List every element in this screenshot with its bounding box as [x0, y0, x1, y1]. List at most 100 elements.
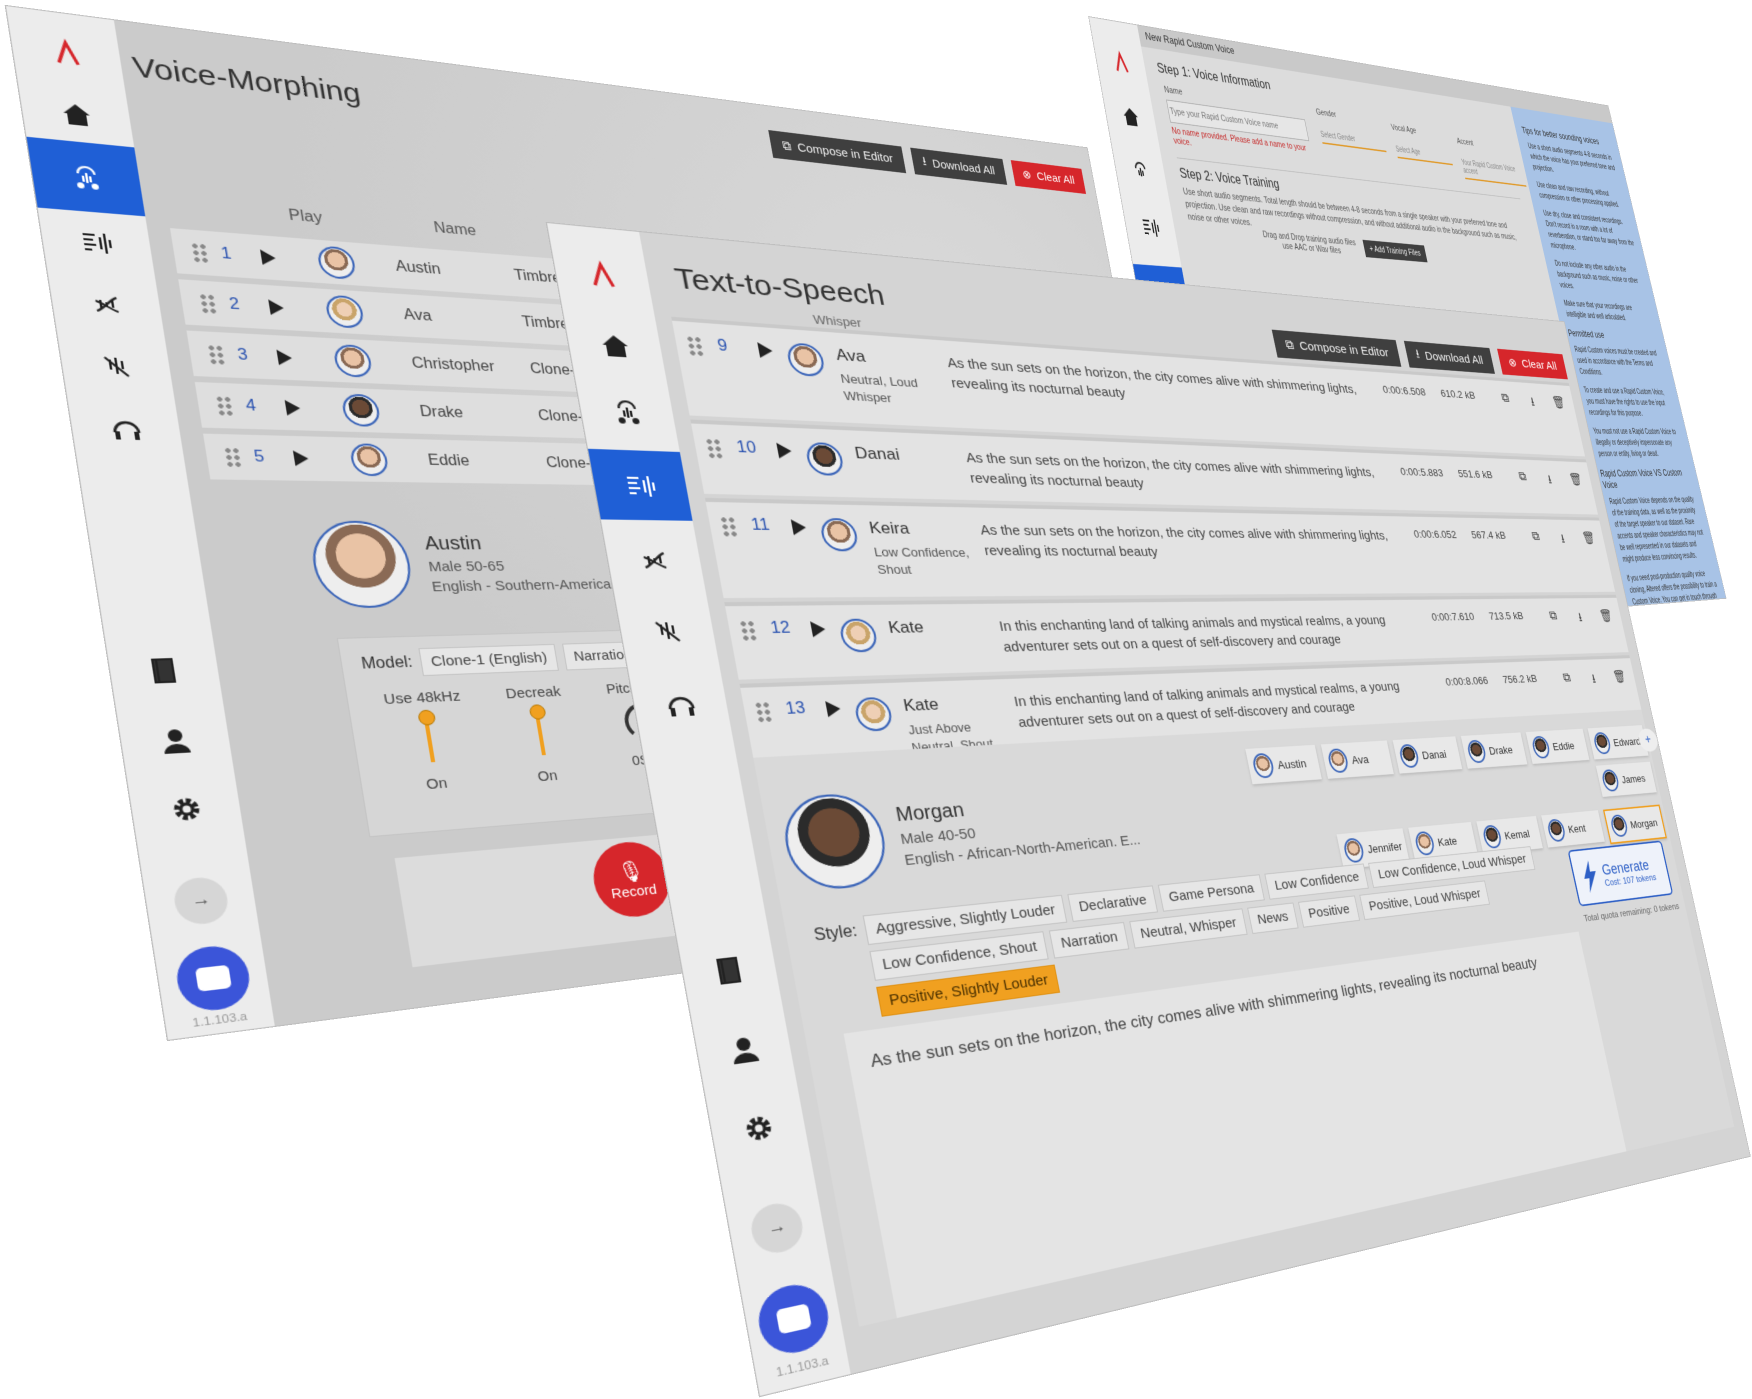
style-chip[interactable]: News: [1246, 902, 1299, 935]
play-icon[interactable]: [825, 700, 842, 718]
download-all-button[interactable]: ⭳ Download All: [1403, 340, 1495, 374]
dna-icon[interactable]: [49, 279, 164, 330]
voice-morphing-icon[interactable]: [1113, 151, 1168, 190]
edit-icon[interactable]: ⧉: [1543, 609, 1564, 623]
age-select[interactable]: Select Age: [1394, 142, 1453, 166]
voice-card-name: Austin: [1276, 756, 1308, 772]
generation-row[interactable]: 11 Keira Low Confidence, Shout As the sun s…: [705, 501, 1616, 599]
gender-select[interactable]: Select Gender: [1319, 127, 1387, 153]
trash-icon[interactable]: 🗑: [1565, 472, 1586, 488]
download-icon[interactable]: ⭳: [1539, 471, 1561, 492]
home-icon[interactable]: [565, 320, 665, 371]
play-icon[interactable]: [276, 349, 294, 366]
gender-field[interactable]: Gender Select Gender: [1315, 107, 1387, 153]
compose-in-editor-button[interactable]: ⧉ Compose in Editor: [1272, 329, 1402, 367]
gear-icon[interactable]: [129, 783, 243, 836]
trash-icon[interactable]: 🗑: [1548, 395, 1569, 411]
download-icon[interactable]: ⭳: [1570, 609, 1592, 630]
play-icon[interactable]: [776, 442, 793, 459]
play-icon[interactable]: [268, 299, 285, 316]
drag-handle-icon[interactable]: [215, 395, 235, 416]
voice-name-cell: Danai: [853, 444, 954, 466]
edit-icon[interactable]: ⧉: [1495, 391, 1516, 406]
voice-card[interactable]: James: [1595, 761, 1657, 797]
style-chip[interactable]: Neutral, Whisper: [1129, 908, 1248, 949]
voice-cloning-icon[interactable]: [59, 342, 174, 391]
download-icon[interactable]: ⭳: [1552, 530, 1574, 551]
voice-card[interactable]: Eddie: [1525, 728, 1590, 764]
edit-icon[interactable]: ⧉: [1557, 671, 1578, 686]
trash-icon[interactable]: 🗑: [1596, 608, 1616, 623]
column-header[interactable]: Play: [288, 207, 324, 227]
user-icon[interactable]: [118, 716, 232, 767]
clear-all-button[interactable]: ⊗ Clear All: [1010, 160, 1087, 195]
dna-icon[interactable]: [604, 537, 704, 583]
voice-morphing-icon[interactable]: [26, 136, 146, 217]
gear-icon[interactable]: [708, 1098, 808, 1160]
voice-card[interactable]: Morgan: [1602, 804, 1667, 845]
accent-input[interactable]: Your Rapid Custom Voice accent: [1460, 155, 1527, 187]
avatar: [340, 393, 382, 427]
drag-handle-icon[interactable]: [190, 242, 210, 263]
edit-icon[interactable]: ⧉: [1512, 470, 1533, 484]
logo-icon[interactable]: [1093, 42, 1147, 83]
text-to-speech-icon[interactable]: [1123, 207, 1178, 246]
play-icon[interactable]: [810, 621, 827, 638]
download-all-button[interactable]: ⭳ Download All: [909, 147, 1007, 185]
accent-field[interactable]: Accent Your Rapid Custom Voice accent: [1456, 137, 1527, 187]
text-to-speech-icon[interactable]: [587, 448, 693, 521]
collapse-sidebar-button[interactable]: →: [747, 1199, 807, 1258]
play-icon[interactable]: [284, 399, 302, 416]
home-icon[interactable]: [1103, 96, 1157, 136]
age-field[interactable]: Vocal Age Select Age: [1390, 123, 1453, 166]
voice-card[interactable]: Kent: [1541, 810, 1605, 848]
text-to-speech-icon[interactable]: [39, 216, 154, 268]
chat-button[interactable]: [753, 1278, 834, 1360]
book-icon[interactable]: [679, 942, 779, 1000]
logo-icon[interactable]: [552, 248, 652, 300]
trash-icon[interactable]: 🗑: [1578, 531, 1599, 546]
voice-card[interactable]: Drake: [1460, 732, 1528, 769]
toggle-slider[interactable]: [534, 710, 546, 756]
voice-card[interactable]: Austin: [1245, 744, 1322, 785]
book-icon[interactable]: [107, 646, 221, 695]
drag-handle-icon[interactable]: [704, 437, 724, 459]
home-icon[interactable]: [19, 86, 134, 141]
clear-all-button[interactable]: ⊗ Clear All: [1496, 348, 1568, 380]
user-icon[interactable]: [694, 1020, 794, 1080]
collapse-sidebar-button[interactable]: →: [171, 875, 231, 927]
toggle-slider[interactable]: [423, 715, 436, 763]
download-icon[interactable]: ⭳: [1522, 393, 1544, 414]
play-icon[interactable]: [292, 450, 310, 467]
voice-card[interactable]: Ava: [1320, 740, 1394, 779]
avatar: [1546, 818, 1567, 843]
voice-morphing-icon[interactable]: [577, 387, 677, 436]
style-chip[interactable]: Narration: [1048, 921, 1130, 959]
voice-card-name: James: [1620, 771, 1647, 786]
play-icon[interactable]: [790, 519, 808, 536]
drag-handle-icon[interactable]: [198, 293, 218, 314]
text-to-speech-icon: [621, 469, 661, 501]
play-icon[interactable]: [757, 342, 774, 359]
chat-button[interactable]: [172, 942, 254, 1015]
headset-icon[interactable]: [631, 681, 731, 730]
drag-handle-icon[interactable]: [223, 446, 243, 468]
style-chip[interactable]: Positive: [1298, 895, 1360, 928]
drag-handle-icon[interactable]: [206, 344, 226, 365]
voice-cloning-icon[interactable]: [617, 608, 717, 655]
edit-icon[interactable]: ⧉: [1525, 530, 1546, 544]
model-chip[interactable]: Clone-1 (English): [418, 643, 559, 677]
drag-handle-icon[interactable]: [753, 701, 774, 723]
download-icon[interactable]: ⭳: [1583, 670, 1605, 692]
drag-handle-icon[interactable]: [685, 335, 705, 357]
column-header[interactable]: Name: [433, 220, 478, 240]
compose-in-editor-button[interactable]: ⧉ Compose in Editor: [768, 130, 906, 174]
logo-icon[interactable]: [9, 24, 124, 81]
duration: 0:00:6.052: [1412, 527, 1458, 541]
headset-icon[interactable]: [69, 405, 184, 453]
trash-icon[interactable]: 🗑: [1609, 669, 1629, 685]
drag-handle-icon[interactable]: [738, 620, 758, 641]
play-icon[interactable]: [260, 249, 277, 266]
drag-handle-icon[interactable]: [719, 516, 739, 537]
voice-card[interactable]: Danai: [1392, 736, 1463, 774]
